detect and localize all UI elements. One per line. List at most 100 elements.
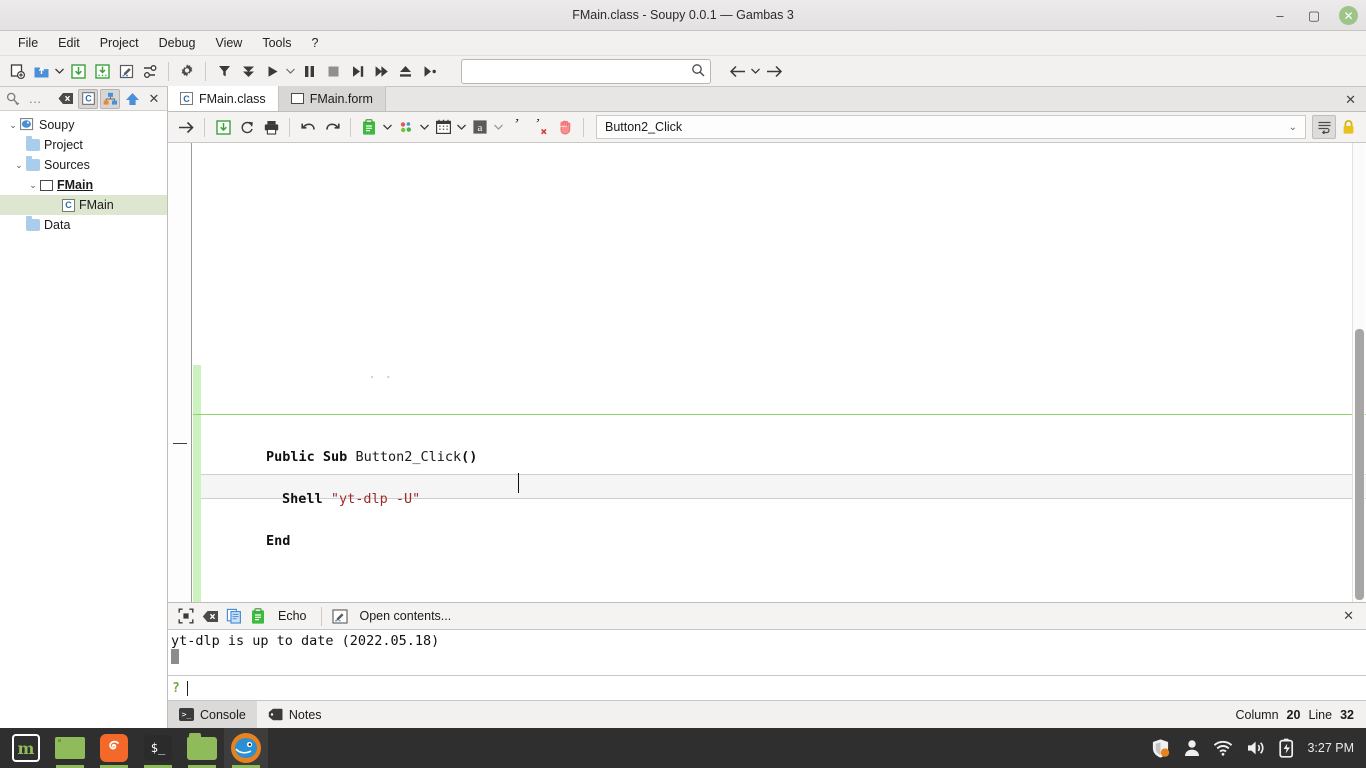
tree-item-project[interactable]: Project [0, 135, 167, 155]
chevron-down-icon[interactable]: ⌄ [12, 160, 26, 171]
tab-fmain-class[interactable]: C FMain.class [168, 86, 279, 111]
lock-icon[interactable] [1336, 115, 1360, 139]
user-account-icon[interactable] [1184, 739, 1200, 757]
nav-history-caret[interactable] [749, 59, 762, 83]
file-manager-icon[interactable] [180, 728, 224, 768]
nav-back-button[interactable] [725, 59, 749, 83]
editor-gutter[interactable] [168, 143, 192, 602]
menu-debug[interactable]: Debug [149, 33, 206, 53]
clock[interactable]: 3:27 PM [1307, 741, 1354, 755]
close-tab-icon[interactable]: ✕ [1345, 92, 1356, 108]
network-wifi-icon[interactable] [1213, 740, 1233, 756]
search-icon[interactable] [691, 63, 705, 80]
code-editor[interactable]: . . — Public Sub Button2_Click() Shell "… [168, 143, 1366, 602]
paste-console-icon[interactable] [246, 604, 270, 628]
tree-item-soupy[interactable]: ⌄ Soupy [0, 115, 167, 135]
print-icon[interactable] [259, 115, 283, 139]
calendar-caret[interactable] [455, 115, 468, 139]
chevron-down-icon[interactable]: ⌄ [26, 180, 40, 191]
statusbar-tab-notes[interactable]: Notes [257, 701, 333, 728]
stop-hand-icon[interactable] [553, 115, 577, 139]
gambas-icon[interactable] [224, 728, 268, 768]
translate-caret[interactable] [492, 115, 505, 139]
close-console-icon[interactable]: ✕ [1343, 608, 1354, 624]
run-icon[interactable] [260, 59, 284, 83]
breakpoint-icon[interactable] [394, 115, 418, 139]
settings-gear-icon[interactable] [175, 59, 199, 83]
stop-icon[interactable] [321, 59, 345, 83]
tree-item-fmain-form[interactable]: ⌄ FMain [0, 175, 167, 195]
project-properties-icon[interactable] [114, 59, 138, 83]
step-over-icon[interactable] [369, 59, 393, 83]
paste-icon[interactable] [357, 115, 381, 139]
chevron-down-icon[interactable]: ⌄ [6, 120, 20, 131]
new-project-icon[interactable] [5, 59, 29, 83]
linux-mint-menu-icon[interactable]: m [4, 728, 48, 768]
battery-charging-icon[interactable] [1279, 738, 1294, 758]
save-all-icon[interactable] [90, 59, 114, 83]
clear-filter-icon[interactable] [56, 89, 76, 109]
step-out-icon[interactable] [393, 59, 417, 83]
procedure-selector[interactable]: Button2_Click ⌄ [596, 115, 1306, 139]
close-icon[interactable]: ✕ [144, 89, 164, 109]
redo-icon[interactable] [320, 115, 344, 139]
menu-view[interactable]: View [205, 33, 252, 53]
tree-item-sources[interactable]: ⌄ Sources [0, 155, 167, 175]
backspace-icon[interactable] [198, 604, 222, 628]
maximize-button[interactable]: ▢ [1305, 7, 1323, 25]
comment-icon[interactable]: ’ [505, 115, 529, 139]
run-to-cursor-icon[interactable] [417, 59, 441, 83]
go-up-icon[interactable] [122, 89, 142, 109]
tree-item-fmain-class[interactable]: C FMain [0, 195, 167, 215]
translate-icon[interactable]: a [468, 115, 492, 139]
window-list-icon[interactable] [48, 728, 92, 768]
search-icon[interactable] [3, 89, 23, 109]
wrap-lines-icon[interactable] [1312, 115, 1336, 139]
open-contents-label[interactable]: Open contents... [360, 609, 452, 623]
preferences-sliders-icon[interactable] [138, 59, 162, 83]
paste-caret[interactable] [381, 115, 394, 139]
reload-icon[interactable] [235, 115, 259, 139]
save-icon[interactable] [66, 59, 90, 83]
terminal-icon[interactable]: $_ [136, 728, 180, 768]
firefox-icon[interactable] [92, 728, 136, 768]
chevron-down-icon[interactable]: ⌄ [1289, 122, 1297, 133]
hierarchy-icon[interactable] [100, 89, 120, 109]
console-output[interactable]: yt-dlp is up to date (2022.05.18) [168, 630, 1366, 675]
search-box[interactable] [461, 59, 711, 84]
open-contents-icon[interactable] [328, 604, 352, 628]
minimize-button[interactable]: – [1271, 7, 1289, 25]
open-project-dropdown-caret[interactable] [53, 59, 66, 83]
menu-edit[interactable]: Edit [48, 33, 90, 53]
uncomment-icon[interactable]: ’ [529, 115, 553, 139]
scrollbar-thumb[interactable] [1355, 329, 1364, 600]
menu-project[interactable]: Project [90, 33, 149, 53]
menu-file[interactable]: File [8, 33, 48, 53]
close-button[interactable]: ✕ [1339, 6, 1358, 25]
run-dropdown-caret[interactable] [284, 59, 297, 83]
class-filter-button[interactable]: C [78, 89, 98, 109]
calendar-icon[interactable] [431, 115, 455, 139]
compile-icon[interactable] [212, 59, 236, 83]
fold-toggle-icon[interactable]: — [174, 436, 186, 448]
menu-help[interactable]: ? [302, 33, 329, 53]
tab-fmain-form[interactable]: FMain.form [279, 86, 386, 111]
compile-all-icon[interactable] [236, 59, 260, 83]
tree-item-data[interactable]: Data [0, 215, 167, 235]
menu-tools[interactable]: Tools [252, 33, 301, 53]
breakpoint-caret[interactable] [418, 115, 431, 139]
save-file-icon[interactable] [211, 115, 235, 139]
search-input[interactable] [469, 64, 691, 78]
statusbar-tab-console[interactable]: >_ Console [168, 701, 257, 728]
console-input-row[interactable]: ? [168, 675, 1366, 701]
echo-label[interactable]: Echo [278, 609, 307, 623]
clear-console-icon[interactable] [174, 604, 198, 628]
update-manager-shield-icon[interactable] [1150, 738, 1171, 759]
copy-icon[interactable] [222, 604, 246, 628]
pause-icon[interactable] [297, 59, 321, 83]
goto-icon[interactable] [174, 115, 198, 139]
volume-icon[interactable] [1246, 739, 1266, 757]
sidebar-more-icon[interactable]: … [25, 89, 45, 109]
nav-forward-button[interactable] [762, 59, 786, 83]
open-project-icon[interactable] [29, 59, 53, 83]
